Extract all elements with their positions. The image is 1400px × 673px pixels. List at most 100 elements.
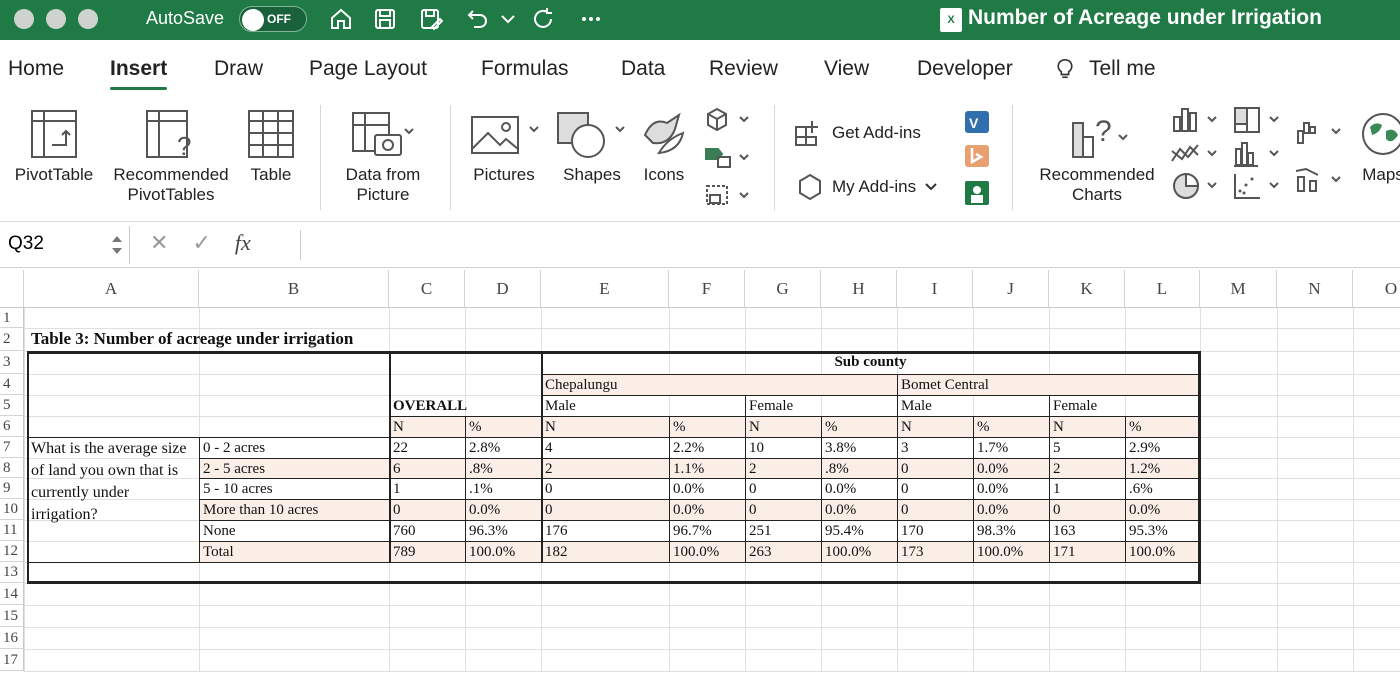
table-cell[interactable]: 173 — [897, 542, 973, 562]
people-graph-button[interactable] — [962, 179, 992, 212]
tab-data[interactable]: Data — [621, 57, 665, 81]
line-chart-button[interactable] — [1170, 139, 1224, 174]
more-icon[interactable] — [576, 4, 606, 34]
tab-developer[interactable]: Developer — [917, 57, 1013, 81]
table-cell[interactable]: 22 — [389, 438, 465, 458]
window-zoom-button[interactable] — [78, 9, 98, 29]
table-cell[interactable]: 100.0% — [973, 542, 1049, 562]
select-all-corner[interactable] — [0, 270, 24, 308]
tab-draw[interactable]: Draw — [214, 57, 263, 81]
table-cell[interactable]: 2 — [1049, 459, 1125, 479]
insert-function-button[interactable]: fx — [235, 230, 251, 256]
column-header[interactable]: I — [897, 270, 973, 308]
chevron-down-icon[interactable] — [496, 4, 520, 34]
row-header[interactable]: 14 — [0, 583, 24, 605]
table-cell[interactable]: .1% — [465, 479, 541, 499]
row-header[interactable]: 1 — [0, 308, 24, 328]
column-header[interactable]: E — [541, 270, 669, 308]
table-cell[interactable]: 0 — [897, 459, 973, 479]
save-icon[interactable] — [370, 4, 400, 34]
table-cell[interactable]: 98.3% — [973, 521, 1049, 541]
table-button[interactable]: Table — [240, 109, 302, 185]
table-cell[interactable]: 3 — [897, 438, 973, 458]
table-cell[interactable]: 1 — [1049, 479, 1125, 499]
bing-button[interactable] — [962, 143, 992, 174]
row-header[interactable]: 3 — [0, 351, 24, 374]
table-cell[interactable]: 0.0% — [669, 500, 745, 520]
row-header[interactable]: 10 — [0, 499, 24, 520]
tell-me-search[interactable]: Tell me — [1089, 57, 1156, 81]
table-cell[interactable]: 0 — [541, 500, 669, 520]
screenshot-button[interactable] — [702, 183, 756, 214]
table-cell[interactable]: 0.0% — [973, 500, 1049, 520]
3d-models-button[interactable] — [702, 107, 756, 138]
table-cell[interactable]: 171 — [1049, 542, 1125, 562]
tab-insert[interactable]: Insert — [110, 57, 168, 90]
table-cell[interactable]: 182 — [541, 542, 669, 562]
table-cell[interactable]: 170 — [897, 521, 973, 541]
tab-page-layout[interactable]: Page Layout — [309, 57, 427, 81]
shapes-button[interactable]: Shapes — [552, 109, 632, 185]
combo-chart-button[interactable] — [1294, 165, 1348, 200]
table-cell[interactable]: 760 — [389, 521, 465, 541]
table-cell[interactable]: 96.3% — [465, 521, 541, 541]
table-cell[interactable]: 1 — [389, 479, 465, 499]
scatter-chart-button[interactable] — [1232, 171, 1286, 206]
column-header[interactable]: M — [1200, 270, 1277, 308]
table-cell[interactable]: 0 — [745, 500, 821, 520]
hierarchy-chart-button[interactable] — [1232, 105, 1286, 140]
lightbulb-icon[interactable] — [1054, 57, 1080, 87]
redo-icon[interactable] — [528, 4, 558, 34]
table-cell[interactable]: .8% — [465, 459, 541, 479]
table-cell[interactable]: 163 — [1049, 521, 1125, 541]
table-cell[interactable]: 0 — [745, 479, 821, 499]
statistic-chart-button[interactable] — [1232, 139, 1286, 174]
column-chart-button[interactable] — [1170, 105, 1224, 140]
row-header[interactable]: 2 — [0, 328, 24, 351]
pictures-button[interactable]: Pictures — [464, 109, 544, 185]
column-header[interactable]: A — [24, 270, 199, 308]
row-header[interactable]: 6 — [0, 416, 24, 437]
row-header[interactable]: 4 — [0, 374, 24, 395]
table-cell[interactable]: 0.0% — [669, 479, 745, 499]
smartart-button[interactable] — [702, 145, 756, 176]
waterfall-chart-button[interactable] — [1294, 117, 1348, 152]
column-header[interactable]: B — [199, 270, 389, 308]
table-cell[interactable]: 0 — [389, 500, 465, 520]
tab-formulas[interactable]: Formulas — [481, 57, 569, 81]
tab-home[interactable]: Home — [8, 57, 64, 81]
window-minimize-button[interactable] — [46, 9, 66, 29]
name-box[interactable]: Q32 — [0, 226, 130, 264]
table-cell[interactable]: 2 — [541, 459, 669, 479]
table-cell[interactable]: .8% — [821, 459, 897, 479]
table-cell[interactable]: 0 — [541, 479, 669, 499]
column-header[interactable]: F — [669, 270, 745, 308]
table-cell[interactable]: 3.8% — [821, 438, 897, 458]
visio-button[interactable]: V — [962, 109, 992, 140]
window-close-button[interactable] — [14, 9, 34, 29]
column-header[interactable]: N — [1277, 270, 1353, 308]
column-header[interactable]: O — [1353, 270, 1400, 308]
table-cell[interactable]: 1.2% — [1125, 459, 1200, 479]
table-cell[interactable]: 176 — [541, 521, 669, 541]
table-cell[interactable]: 2.8% — [465, 438, 541, 458]
table-cell[interactable]: 1.1% — [669, 459, 745, 479]
data-from-picture-button[interactable]: Data from Picture — [332, 109, 434, 205]
get-addins-button[interactable]: Get Add-ins — [794, 119, 921, 147]
tab-review[interactable]: Review — [709, 57, 778, 81]
home-icon[interactable] — [326, 4, 356, 34]
table-cell[interactable]: 0 — [897, 479, 973, 499]
table-cell[interactable]: 2.2% — [669, 438, 745, 458]
table-cell[interactable]: 95.3% — [1125, 521, 1200, 541]
table-cell[interactable]: 263 — [745, 542, 821, 562]
row-header[interactable]: 17 — [0, 649, 24, 671]
table-cell[interactable]: 100.0% — [1125, 542, 1200, 562]
save-as-icon[interactable] — [416, 4, 446, 34]
pivot-table-button[interactable]: PivotTable — [6, 109, 102, 185]
table-cell[interactable]: 6 — [389, 459, 465, 479]
column-header[interactable]: L — [1125, 270, 1200, 308]
column-header[interactable]: H — [821, 270, 897, 308]
table-cell[interactable]: 1.7% — [973, 438, 1049, 458]
table-cell[interactable]: 0.0% — [973, 459, 1049, 479]
table-cell[interactable]: 2 — [745, 459, 821, 479]
